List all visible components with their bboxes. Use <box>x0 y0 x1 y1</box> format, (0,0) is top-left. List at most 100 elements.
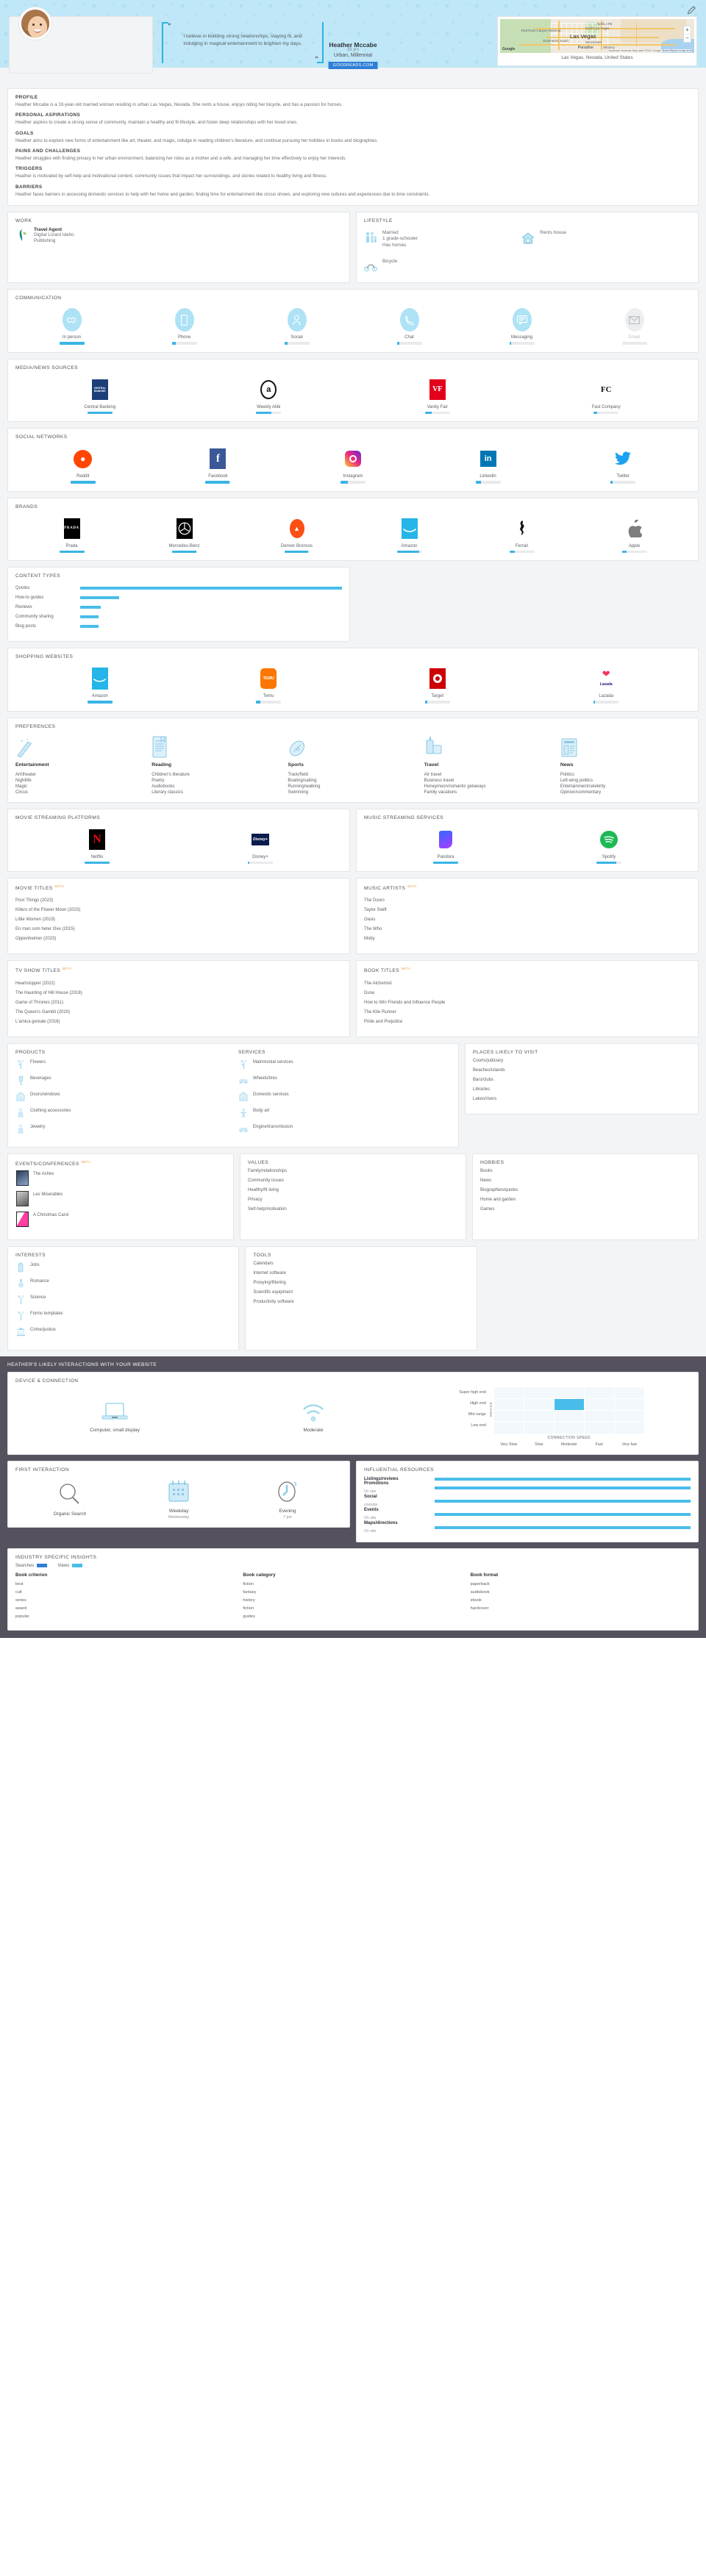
social-item-linkedin[interactable]: in Linkedin <box>461 446 516 484</box>
spotify-logo <box>600 830 618 848</box>
brand-item-apple[interactable]: Apple <box>607 516 662 554</box>
media-item-fast-company[interactable]: FC Fast Company <box>579 377 633 415</box>
events-card: EVENTS/CONFERENCES BETA The Ashes Les Mis… <box>7 1153 234 1240</box>
movie-platforms-title: MOVIE STREAMING PLATFORMS <box>15 815 101 820</box>
heatmap-cell[interactable] <box>584 1422 614 1434</box>
social-item-reddit[interactable]: ● Reddit <box>56 446 110 484</box>
service-label-1: Wheels/tires <box>253 1076 278 1081</box>
communication-item-messaging[interactable]: Messaging <box>495 307 549 345</box>
weekly-alibi-logo: a <box>260 379 277 399</box>
clothing-icon <box>15 1107 26 1119</box>
lifestyle-title: LIFESTYLE <box>364 218 393 224</box>
apple-logo <box>628 519 642 537</box>
value-label-1: Community issues <box>248 1178 285 1183</box>
brand-item-prada[interactable]: PRADA Prada <box>45 516 99 554</box>
shopping-bar-2 <box>424 701 450 704</box>
communication-item-chat[interactable]: Chat <box>382 307 437 345</box>
social-item-instagram[interactable]: Instagram <box>326 446 380 484</box>
movie-platform-disney[interactable]: Disney+ Disney+ <box>233 827 288 865</box>
clock-icon <box>278 1481 297 1502</box>
heatmap-cell[interactable] <box>524 1410 554 1422</box>
heatmap-cell[interactable] <box>614 1387 644 1398</box>
map-image[interactable]: Nellis AFB North Las Vegas Red Rock Cany… <box>500 19 694 53</box>
heatmap-cell[interactable] <box>554 1387 584 1398</box>
communication-item-in-person[interactable]: In person <box>45 307 99 345</box>
les-miserables-poster <box>15 1191 29 1207</box>
communication-item-email[interactable]: Email <box>607 307 662 345</box>
social-bar-1 <box>205 481 231 484</box>
map-zoom-out-button[interactable]: − <box>684 34 691 42</box>
heatmap-cell[interactable] <box>584 1410 614 1422</box>
brand-item-amazon[interactable]: Amazon <box>382 516 437 554</box>
brand-item-broncos[interactable]: ▲ Denver Broncos <box>270 516 324 554</box>
heatmap-cell[interactable] <box>493 1398 524 1410</box>
communication-item-social[interactable]: Social <box>270 307 324 345</box>
service-row-body-art: Body art <box>238 1107 451 1119</box>
heatmap-cell[interactable] <box>524 1422 554 1434</box>
pref-travel-label-1: Business travel <box>424 778 454 783</box>
heatmap-cell[interactable] <box>493 1422 524 1434</box>
heatmap-x-axis-title: CONNECTION SPEED <box>547 1435 591 1440</box>
brands-strip: PRADA Prada Mercedes-Benz ▲ Denver Bronc… <box>15 513 691 554</box>
product-row-clothing: Clothing accessories <box>15 1107 228 1119</box>
event-row-2: A Christmas Carol <box>15 1212 226 1228</box>
music-service-spotify[interactable]: Spotify <box>582 827 636 865</box>
heatmap-cell[interactable] <box>614 1422 644 1434</box>
lifestyle-house-line-0: Rents house <box>540 230 567 236</box>
shopping-item-amazon[interactable]: Amazon <box>73 666 127 704</box>
service-row-engine: Engine/transmission <box>238 1123 451 1135</box>
social-item-twitter[interactable]: Twitter <box>596 446 650 484</box>
communication-bar-3 <box>396 342 422 345</box>
heatmap-cell[interactable] <box>614 1398 644 1410</box>
calendar-icon <box>168 1480 189 1502</box>
heatmap-cell[interactable] <box>493 1410 524 1422</box>
map-zoom-in-button[interactable]: + <box>684 26 691 34</box>
shopping-bar-0 <box>87 701 113 704</box>
communication-item-phone[interactable]: Phone <box>157 307 212 345</box>
media-bar-1 <box>256 411 282 415</box>
person-source-badge[interactable]: GOODREADS.COM <box>328 62 378 69</box>
map-zoom-controls[interactable]: + − <box>683 26 691 43</box>
movie-platform-netflix[interactable]: N Netflix <box>70 827 124 865</box>
first-interaction-label-0: Organic Search <box>53 1511 87 1517</box>
media-item-central-banking[interactable]: CENTRAL BANKING Central Banking <box>73 377 127 415</box>
pref-ent-label-3: Circus <box>15 790 29 795</box>
music-service-pandora[interactable]: Pandora <box>418 827 473 865</box>
pref-news-label-1: Left-wing politics <box>560 778 593 783</box>
interest-label-4: Crime/justice <box>30 1327 56 1332</box>
pref-news-label-0: Politics <box>560 772 574 777</box>
social-item-facebook[interactable]: f Facebook <box>190 446 245 484</box>
values-card: VALUES Family/relationships Community is… <box>240 1153 466 1240</box>
heatmap-cell[interactable] <box>614 1410 644 1422</box>
brand-item-mercedes[interactable]: Mercedes-Benz <box>157 516 212 554</box>
value-label-2: Healthy/fit living <box>248 1187 279 1192</box>
heatmap-cell[interactable] <box>524 1387 554 1398</box>
brand-item-ferrari[interactable]: Ferrari <box>495 516 549 554</box>
narrative-text-5: Heather faces barriers in accessing dome… <box>15 191 430 197</box>
heatmap-cell[interactable] <box>493 1387 524 1398</box>
book-title-label-4: Pride and Prejudice <box>364 1019 403 1024</box>
movie-title-label-0: Poor Things (2023) <box>15 898 54 904</box>
preferences-title: PREFERENCES <box>15 723 56 729</box>
content-type-bar-2 <box>80 606 101 609</box>
shopping-item-temu[interactable]: TEMU Temu <box>241 666 296 704</box>
hobby-label-1: News <box>480 1178 492 1183</box>
music-services-card: MUSIC STREAMING SERVICES Pandora Spotify <box>356 808 699 873</box>
media-item-weekly-alibi[interactable]: a Weekly Alibi <box>241 377 296 415</box>
heatmap-cell[interactable] <box>524 1398 554 1410</box>
heatmap-cell[interactable] <box>554 1422 584 1434</box>
insight-label-0-0: best <box>15 1581 24 1586</box>
influential-row-2: Social youtube <box>364 1495 691 1508</box>
shopping-item-target[interactable]: Target <box>410 666 465 704</box>
hobbies-title: HOBBIES <box>480 1159 504 1165</box>
event-label-0: The Ashes <box>33 1171 54 1176</box>
edit-pencil-icon[interactable] <box>687 6 696 15</box>
location-map-card[interactable]: Nellis AFB North Las Vegas Red Rock Cany… <box>497 16 697 66</box>
shopping-item-lazada[interactable]: ❤ Lazada Lazada <box>579 666 633 704</box>
heatmap-cell[interactable] <box>584 1398 614 1410</box>
media-item-vanity-fair[interactable]: VF Vanity Fair <box>410 377 465 415</box>
heatmap-cell[interactable] <box>584 1387 614 1398</box>
heatmap-cell-active[interactable] <box>554 1398 584 1410</box>
narrative-text-1: Heather aspires to create a strong sense… <box>15 120 299 126</box>
heatmap-cell[interactable] <box>554 1410 584 1422</box>
